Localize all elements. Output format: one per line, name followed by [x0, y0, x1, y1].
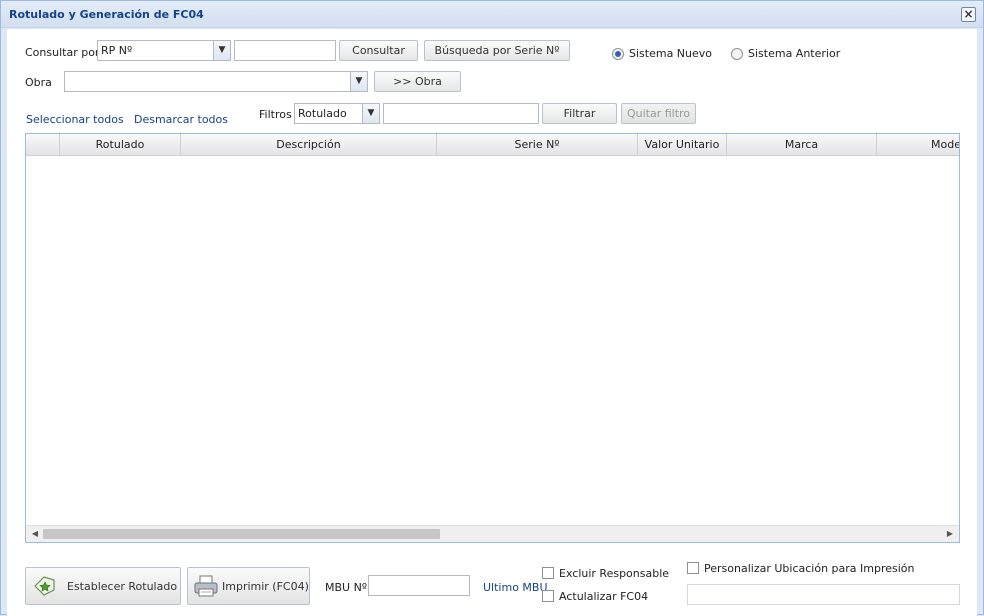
- excluir-responsable-checkbox[interactable]: [542, 567, 554, 579]
- column-header-descripcion[interactable]: Descripción: [181, 134, 437, 156]
- personalizar-ubicacion-checkbox[interactable]: [687, 562, 699, 574]
- radio-sistema-anterior[interactable]: [731, 48, 743, 60]
- dialog-body: Consultar por RP Nº ▼ Consultar Búsqueda…: [7, 29, 977, 616]
- select-all-link[interactable]: Seleccionar todos: [26, 113, 124, 126]
- scrollbar-thumb[interactable]: [43, 529, 440, 539]
- ultimo-mbu-link[interactable]: Ultimo MBU: [483, 581, 548, 594]
- chevron-down-icon[interactable]: ▼: [350, 72, 367, 91]
- actualizar-fc04-checkbox[interactable]: [542, 590, 554, 602]
- printer-icon: [194, 575, 218, 597]
- scroll-left-icon[interactable]: ◀: [28, 528, 42, 540]
- consultar-por-value: RP Nº: [101, 44, 133, 57]
- filtros-label: Filtros: [259, 108, 292, 121]
- obra-label: Obra: [25, 76, 52, 89]
- obra-combo[interactable]: ▼: [64, 71, 368, 92]
- scroll-right-icon[interactable]: ▶: [943, 528, 957, 540]
- actualizar-fc04-label: Actulalizar FC04: [559, 590, 649, 603]
- query-input[interactable]: [234, 40, 336, 61]
- grid-header: Rotulado Descripción Serie Nº Valor Unit…: [26, 134, 959, 156]
- filtros-combo[interactable]: Rotulado ▼: [294, 103, 380, 124]
- results-grid[interactable]: Rotulado Descripción Serie Nº Valor Unit…: [25, 133, 960, 543]
- dialog-window: Rotulado y Generación de FC04 × Consulta…: [0, 0, 984, 616]
- column-header-marca[interactable]: Marca: [727, 134, 877, 156]
- consultar-por-label: Consultar por: [25, 46, 100, 59]
- horizontal-scrollbar[interactable]: ◀ ▶: [26, 525, 959, 542]
- column-header-modelo[interactable]: Mode: [877, 134, 959, 156]
- filtrar-button[interactable]: Filtrar: [542, 103, 617, 124]
- column-header-serie[interactable]: Serie Nº: [437, 134, 638, 156]
- busqueda-serie-button[interactable]: Búsqueda por Serie Nº: [424, 40, 570, 61]
- mbu-label: MBU Nº: [325, 581, 367, 594]
- radio-sistema-anterior-label: Sistema Anterior: [748, 47, 841, 60]
- obra-button[interactable]: >> Obra: [374, 71, 461, 92]
- deselect-all-link[interactable]: Desmarcar todos: [134, 113, 228, 126]
- filter-input[interactable]: [383, 103, 539, 124]
- imprimir-fc04-label: Imprimir (FC04): [222, 580, 309, 593]
- radio-sistema-nuevo-label: Sistema Nuevo: [629, 47, 713, 60]
- chevron-down-icon[interactable]: ▼: [362, 104, 379, 123]
- column-header-rotulado[interactable]: Rotulado: [60, 134, 181, 156]
- column-header-valor-unitario[interactable]: Valor Unitario: [638, 134, 727, 156]
- establecer-rotulado-button[interactable]: Establecer Rotulado: [25, 567, 181, 605]
- title-bar[interactable]: Rotulado y Generación de FC04 ×: [1, 1, 983, 28]
- radio-sistema-nuevo[interactable]: [612, 48, 624, 60]
- close-button[interactable]: ×: [961, 7, 976, 22]
- consultar-button[interactable]: Consultar: [339, 40, 418, 61]
- mbu-input[interactable]: [368, 575, 470, 596]
- quitar-filtro-button[interactable]: Quitar filtro: [621, 103, 696, 124]
- label-stamp-icon: [34, 576, 55, 596]
- column-header-checker[interactable]: [26, 134, 60, 156]
- imprimir-fc04-button[interactable]: Imprimir (FC04): [187, 567, 310, 605]
- personalizar-ubicacion-label: Personalizar Ubicación para Impresión: [704, 562, 915, 575]
- excluir-responsable-label: Excluir Responsable: [559, 567, 670, 580]
- establecer-rotulado-label: Establecer Rotulado: [67, 580, 178, 593]
- personalizar-ubicacion-input[interactable]: [687, 584, 960, 605]
- consultar-por-combo[interactable]: RP Nº ▼: [97, 40, 231, 61]
- filtros-value: Rotulado: [298, 107, 347, 120]
- window-title: Rotulado y Generación de FC04: [9, 8, 204, 21]
- chevron-down-icon[interactable]: ▼: [213, 41, 230, 60]
